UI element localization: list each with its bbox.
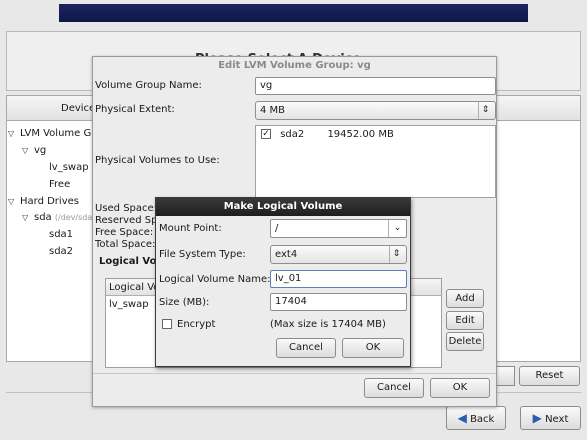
mount-point-label: Mount Point: <box>159 223 222 234</box>
vg-name-label: Volume Group Name: <box>95 80 202 91</box>
delete-button[interactable]: Delete <box>446 332 484 351</box>
add-button[interactable]: Add <box>446 289 484 308</box>
make-lv-dialog: Make Logical Volume Mount Point: / ⌄ File… <box>155 197 411 367</box>
pv-checkbox[interactable]: ✓ <box>261 129 271 139</box>
physical-extent-select[interactable]: 4 MB ⇕ <box>255 101 496 120</box>
spinner-icon: ⇕ <box>478 102 492 119</box>
tree-item-hard-drives[interactable]: ▽ Hard Drives <box>8 196 79 207</box>
lv-section-label: Logical Vo <box>99 256 157 267</box>
size-label: Size (MB): <box>159 297 210 308</box>
next-arrow-icon: ▶ <box>532 411 542 425</box>
reset-button[interactable]: Reset <box>519 366 580 386</box>
tree-item-free[interactable]: Free <box>49 179 70 190</box>
expander-icon[interactable]: ▽ <box>22 146 34 155</box>
encrypt-checkbox[interactable]: Encrypt <box>162 319 215 330</box>
physical-extent-label: Physical Extent: <box>95 104 175 115</box>
dialog-separator <box>93 373 496 374</box>
chevron-down-icon[interactable]: ⌄ <box>388 220 406 237</box>
hidden-button-stub[interactable] <box>495 366 515 386</box>
space-labels: Used Space: Reserved Spa Free Space: Tot… <box>95 203 164 250</box>
back-arrow-icon: ◀ <box>457 411 467 425</box>
pv-list[interactable]: ✓ sda2 19452.00 MB <box>255 125 496 198</box>
tree-item-lv-swap[interactable]: lv_swap <box>49 162 89 173</box>
vg-name-field[interactable]: vg <box>255 77 496 95</box>
back-button[interactable]: ◀ Back <box>446 406 506 430</box>
installer-banner <box>59 4 528 22</box>
fs-type-select[interactable]: ext4 ⇕ <box>270 245 407 264</box>
lv-name-field[interactable]: lv_01 <box>270 270 407 288</box>
encrypt-checkbox-box[interactable] <box>162 319 172 329</box>
tree-item-lvm-volume-groups[interactable]: ▽ LVM Volume G <box>8 128 91 139</box>
ok-button[interactable]: OK <box>342 338 404 358</box>
mount-point-combo[interactable]: / ⌄ <box>270 219 407 238</box>
fs-type-label: File System Type: <box>159 249 246 260</box>
ok-button[interactable]: OK <box>430 378 490 398</box>
max-size-text: (Max size is 17404 MB) <box>270 319 386 330</box>
table-row[interactable]: lv_swap <box>109 299 149 310</box>
lv-name-label: Logical Volume Name: <box>159 274 271 285</box>
size-field[interactable]: 17404 <box>270 293 407 311</box>
device-column-header: Device <box>61 103 96 114</box>
expander-icon[interactable]: ▽ <box>8 129 20 138</box>
next-button[interactable]: ▶ Next <box>520 406 581 430</box>
tree-item-sda1[interactable]: sda1 <box>49 229 73 240</box>
pv-item[interactable]: ✓ sda2 19452.00 MB <box>261 129 394 140</box>
dialog-title: Make Logical Volume <box>156 198 410 216</box>
tree-item-vg[interactable]: ▽ vg <box>22 145 46 156</box>
spinner-icon: ⇕ <box>389 246 403 263</box>
tree-item-sda2[interactable]: sda2 <box>49 246 73 257</box>
expander-icon[interactable]: ▽ <box>22 213 34 222</box>
tree-item-sda[interactable]: ▽ sda (/dev/sda) <box>22 212 95 223</box>
expander-icon[interactable]: ▽ <box>8 197 20 206</box>
dialog-title: Edit LVM Volume Group: vg <box>218 60 371 71</box>
cancel-button[interactable]: Cancel <box>364 378 424 398</box>
cancel-button[interactable]: Cancel <box>276 338 336 358</box>
pv-label: Physical Volumes to Use: <box>95 155 220 166</box>
edit-button[interactable]: Edit <box>446 311 484 330</box>
